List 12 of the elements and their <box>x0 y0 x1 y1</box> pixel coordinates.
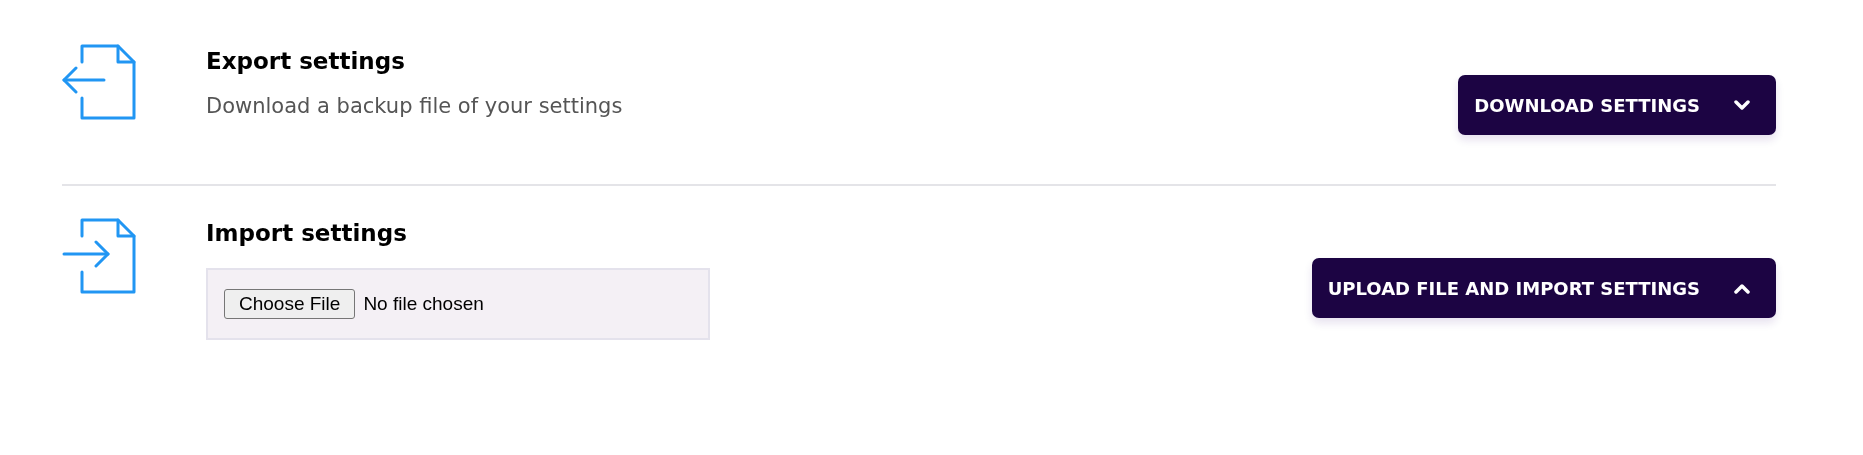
file-import-icon <box>62 216 138 296</box>
chevron-up-icon <box>1734 282 1750 294</box>
section-title: Export settings <box>206 48 406 74</box>
download-button[interactable]: DOWNLOAD SETTINGS <box>1458 75 1776 135</box>
file-input-field[interactable]: Choose File No file chosen <box>206 268 710 340</box>
chevron-down-icon <box>1734 99 1750 111</box>
upload-button[interactable]: UPLOAD FILE AND IMPORT SETTINGS <box>1311 258 1776 318</box>
section-description: Download a backup file of your settings <box>206 94 624 118</box>
file-export-icon <box>62 42 138 122</box>
file-status: No file chosen <box>363 293 484 315</box>
choose-file-button[interactable]: Choose File <box>224 289 356 319</box>
section-title: Import settings <box>206 220 408 246</box>
